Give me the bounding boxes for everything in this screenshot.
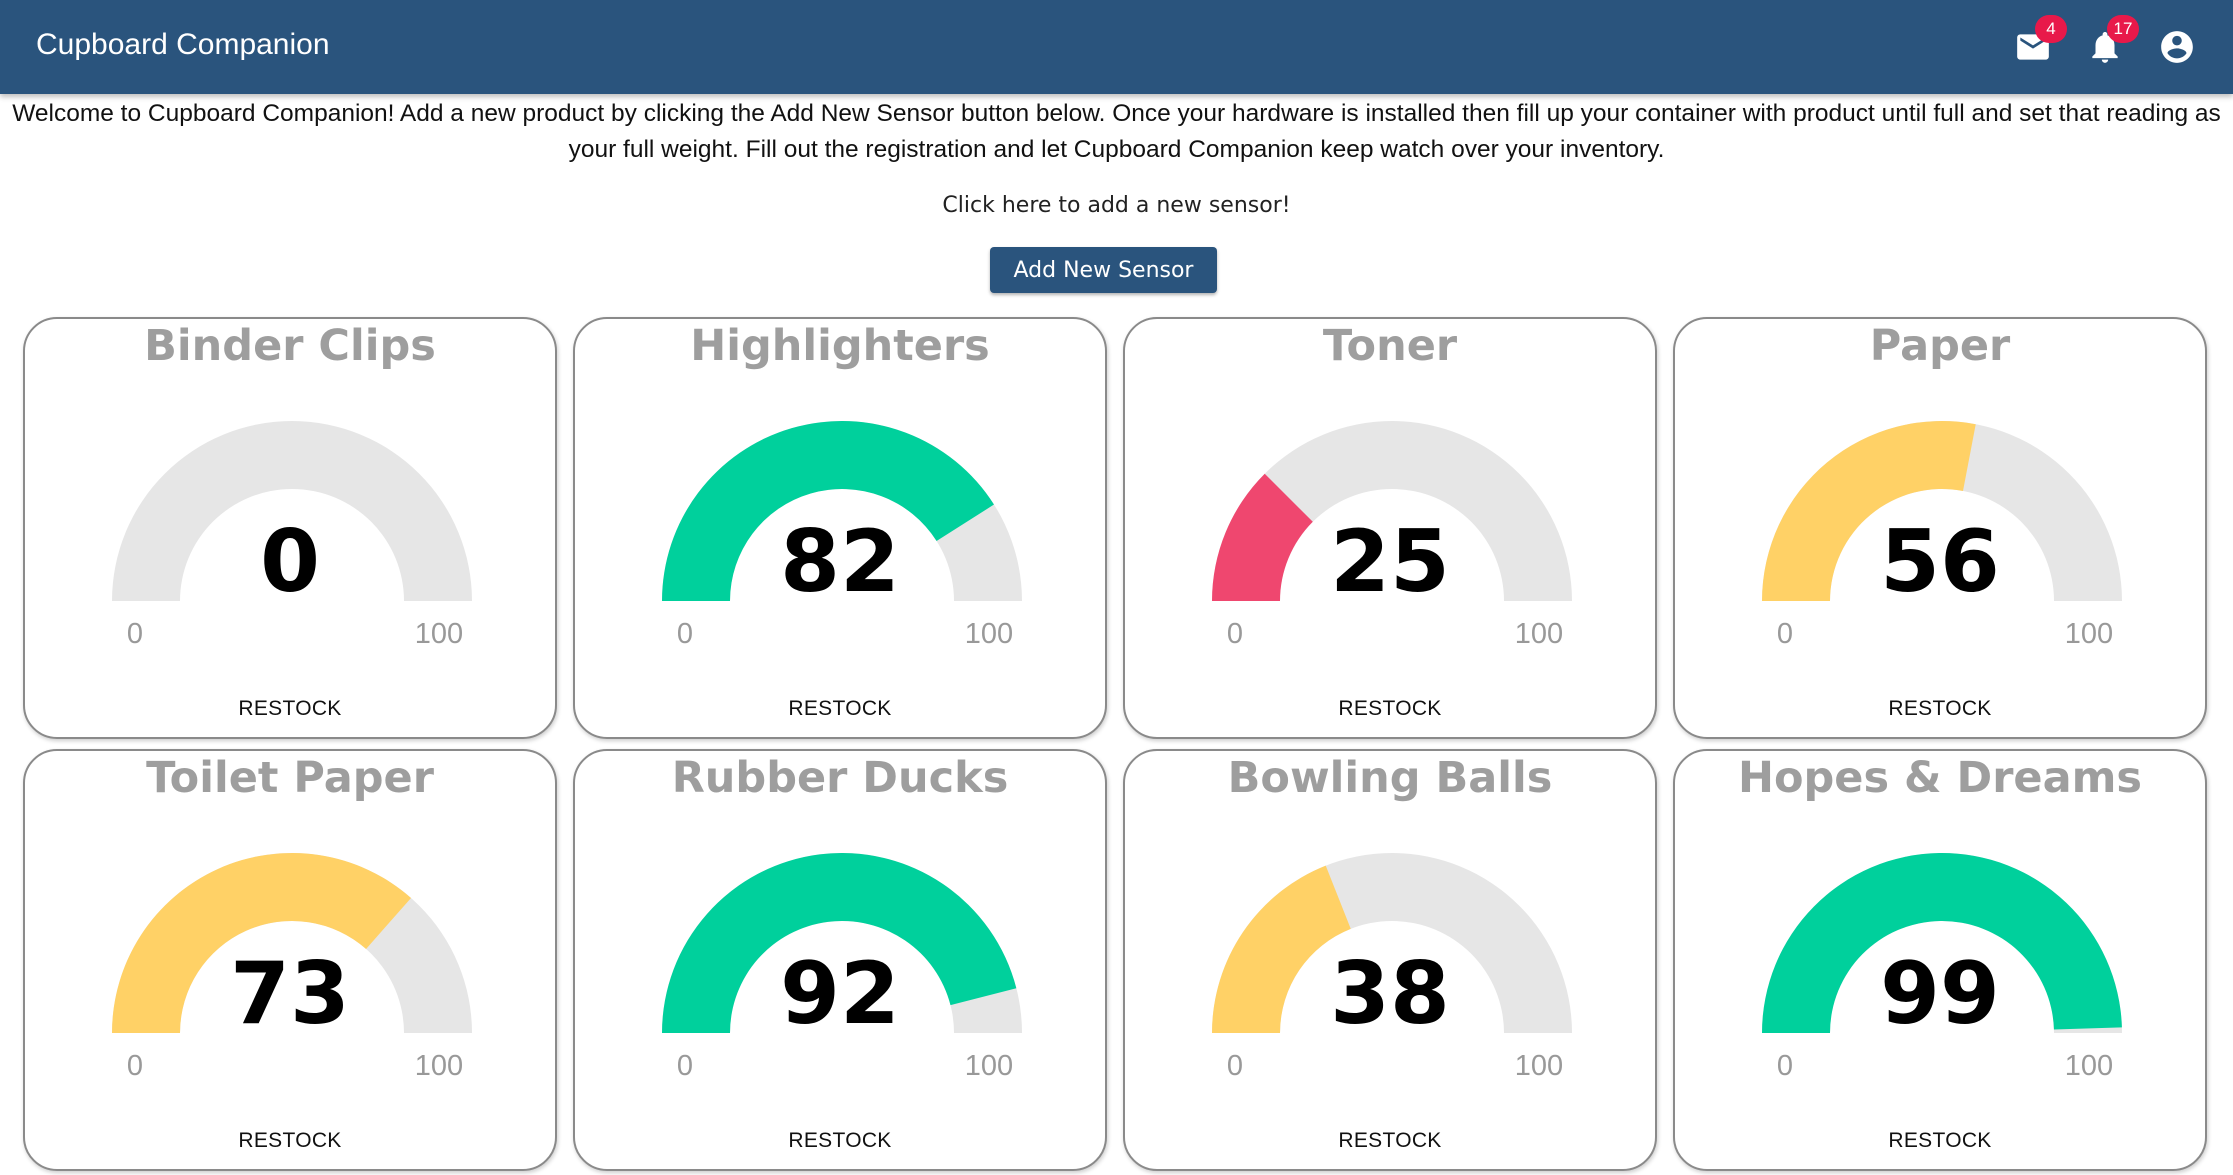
app-bar-actions: 4 17 [2013, 0, 2197, 94]
gauge-max-label: 100 [414, 1050, 464, 1082]
restock-label: RESTOCK [238, 697, 342, 720]
restock-label: RESTOCK [788, 697, 892, 720]
gauge-value: 73 [230, 944, 350, 1044]
sensor-card[interactable]: Toner 25 0 100 RESTOCK [1123, 317, 1657, 739]
app-title: Cupboard Companion [36, 28, 330, 61]
sensor-card[interactable]: Rubber Ducks 92 0 100 RESTOCK [573, 749, 1107, 1171]
sensor-card[interactable]: Paper 56 0 100 RESTOCK [1673, 317, 2207, 739]
sensor-name: Highlighters [690, 321, 990, 371]
gauge-min-label: 0 [1776, 618, 1794, 650]
restock-label: RESTOCK [788, 1129, 892, 1152]
sensor-name: Paper [1869, 321, 2011, 371]
gauge-max-label: 100 [964, 1050, 1014, 1082]
sensor-card[interactable]: Binder Clips 0 0 100 RESTOCK [23, 317, 557, 739]
sensor-name: Toner [1322, 321, 1458, 371]
restock-label: RESTOCK [1888, 697, 1992, 720]
gauge-max-label: 100 [2064, 618, 2114, 650]
gauge-value: 82 [780, 512, 900, 612]
gauge-value: 0 [260, 512, 320, 612]
sensor-card[interactable]: Toilet Paper 73 0 100 RESTOCK [23, 749, 557, 1171]
gauge-value: 99 [1880, 944, 2000, 1044]
gauge-value: 38 [1330, 944, 1450, 1044]
gauge-min-label: 0 [126, 618, 144, 650]
gauge-value: 25 [1330, 512, 1450, 612]
gauge-value: 92 [780, 944, 900, 1044]
gauge-min-label: 0 [1226, 618, 1244, 650]
gauge-max-label: 100 [964, 618, 1014, 650]
sensor-name: Hopes & Dreams [1738, 753, 2142, 803]
account-circle-icon [2161, 31, 2193, 63]
notifications-badge: 17 [2107, 15, 2139, 43]
app-bar: Cupboard Companion 4 17 [0, 0, 2233, 94]
gauge-value: 56 [1880, 512, 2000, 612]
sensor-name: Toilet Paper [146, 753, 434, 803]
sensor-name: Rubber Ducks [671, 753, 1009, 803]
welcome-message: Welcome to Cupboard Companion! Add a new… [12, 100, 2221, 163]
notifications-button[interactable]: 17 [2085, 15, 2139, 67]
restock-label: RESTOCK [1338, 1129, 1442, 1152]
restock-label: RESTOCK [1888, 1129, 1992, 1152]
gauge-min-label: 0 [676, 618, 694, 650]
account-button[interactable] [2157, 27, 2197, 67]
sensor-card[interactable]: Hopes & Dreams 99 0 100 RESTOCK [1673, 749, 2207, 1171]
gauge-max-label: 100 [1514, 1050, 1564, 1082]
sensor-name: Bowling Balls [1227, 753, 1553, 803]
mail-button[interactable]: 4 [2013, 15, 2067, 67]
sensor-name: Binder Clips [144, 321, 436, 371]
gauge-max-label: 100 [1514, 618, 1564, 650]
gauge-min-label: 0 [126, 1050, 144, 1082]
sensor-card[interactable]: Highlighters 82 0 100 RESTOCK [573, 317, 1107, 739]
gauge-min-label: 0 [1776, 1050, 1794, 1082]
restock-label: RESTOCK [238, 1129, 342, 1152]
add-sensor-hint: Click here to add a new sensor! [942, 193, 1291, 218]
restock-label: RESTOCK [1338, 697, 1442, 720]
gauge-min-label: 0 [1226, 1050, 1244, 1082]
gauge-min-label: 0 [676, 1050, 694, 1082]
mail-badge: 4 [2035, 15, 2067, 43]
gauge-max-label: 100 [2064, 1050, 2114, 1082]
add-new-sensor-button[interactable]: Add New Sensor [990, 247, 1217, 293]
gauge-max-label: 100 [414, 618, 464, 650]
sensor-card[interactable]: Bowling Balls 38 0 100 RESTOCK [1123, 749, 1657, 1171]
sensor-grid: Binder Clips 0 0 100 RESTOCK Highlighter… [23, 317, 2207, 1171]
